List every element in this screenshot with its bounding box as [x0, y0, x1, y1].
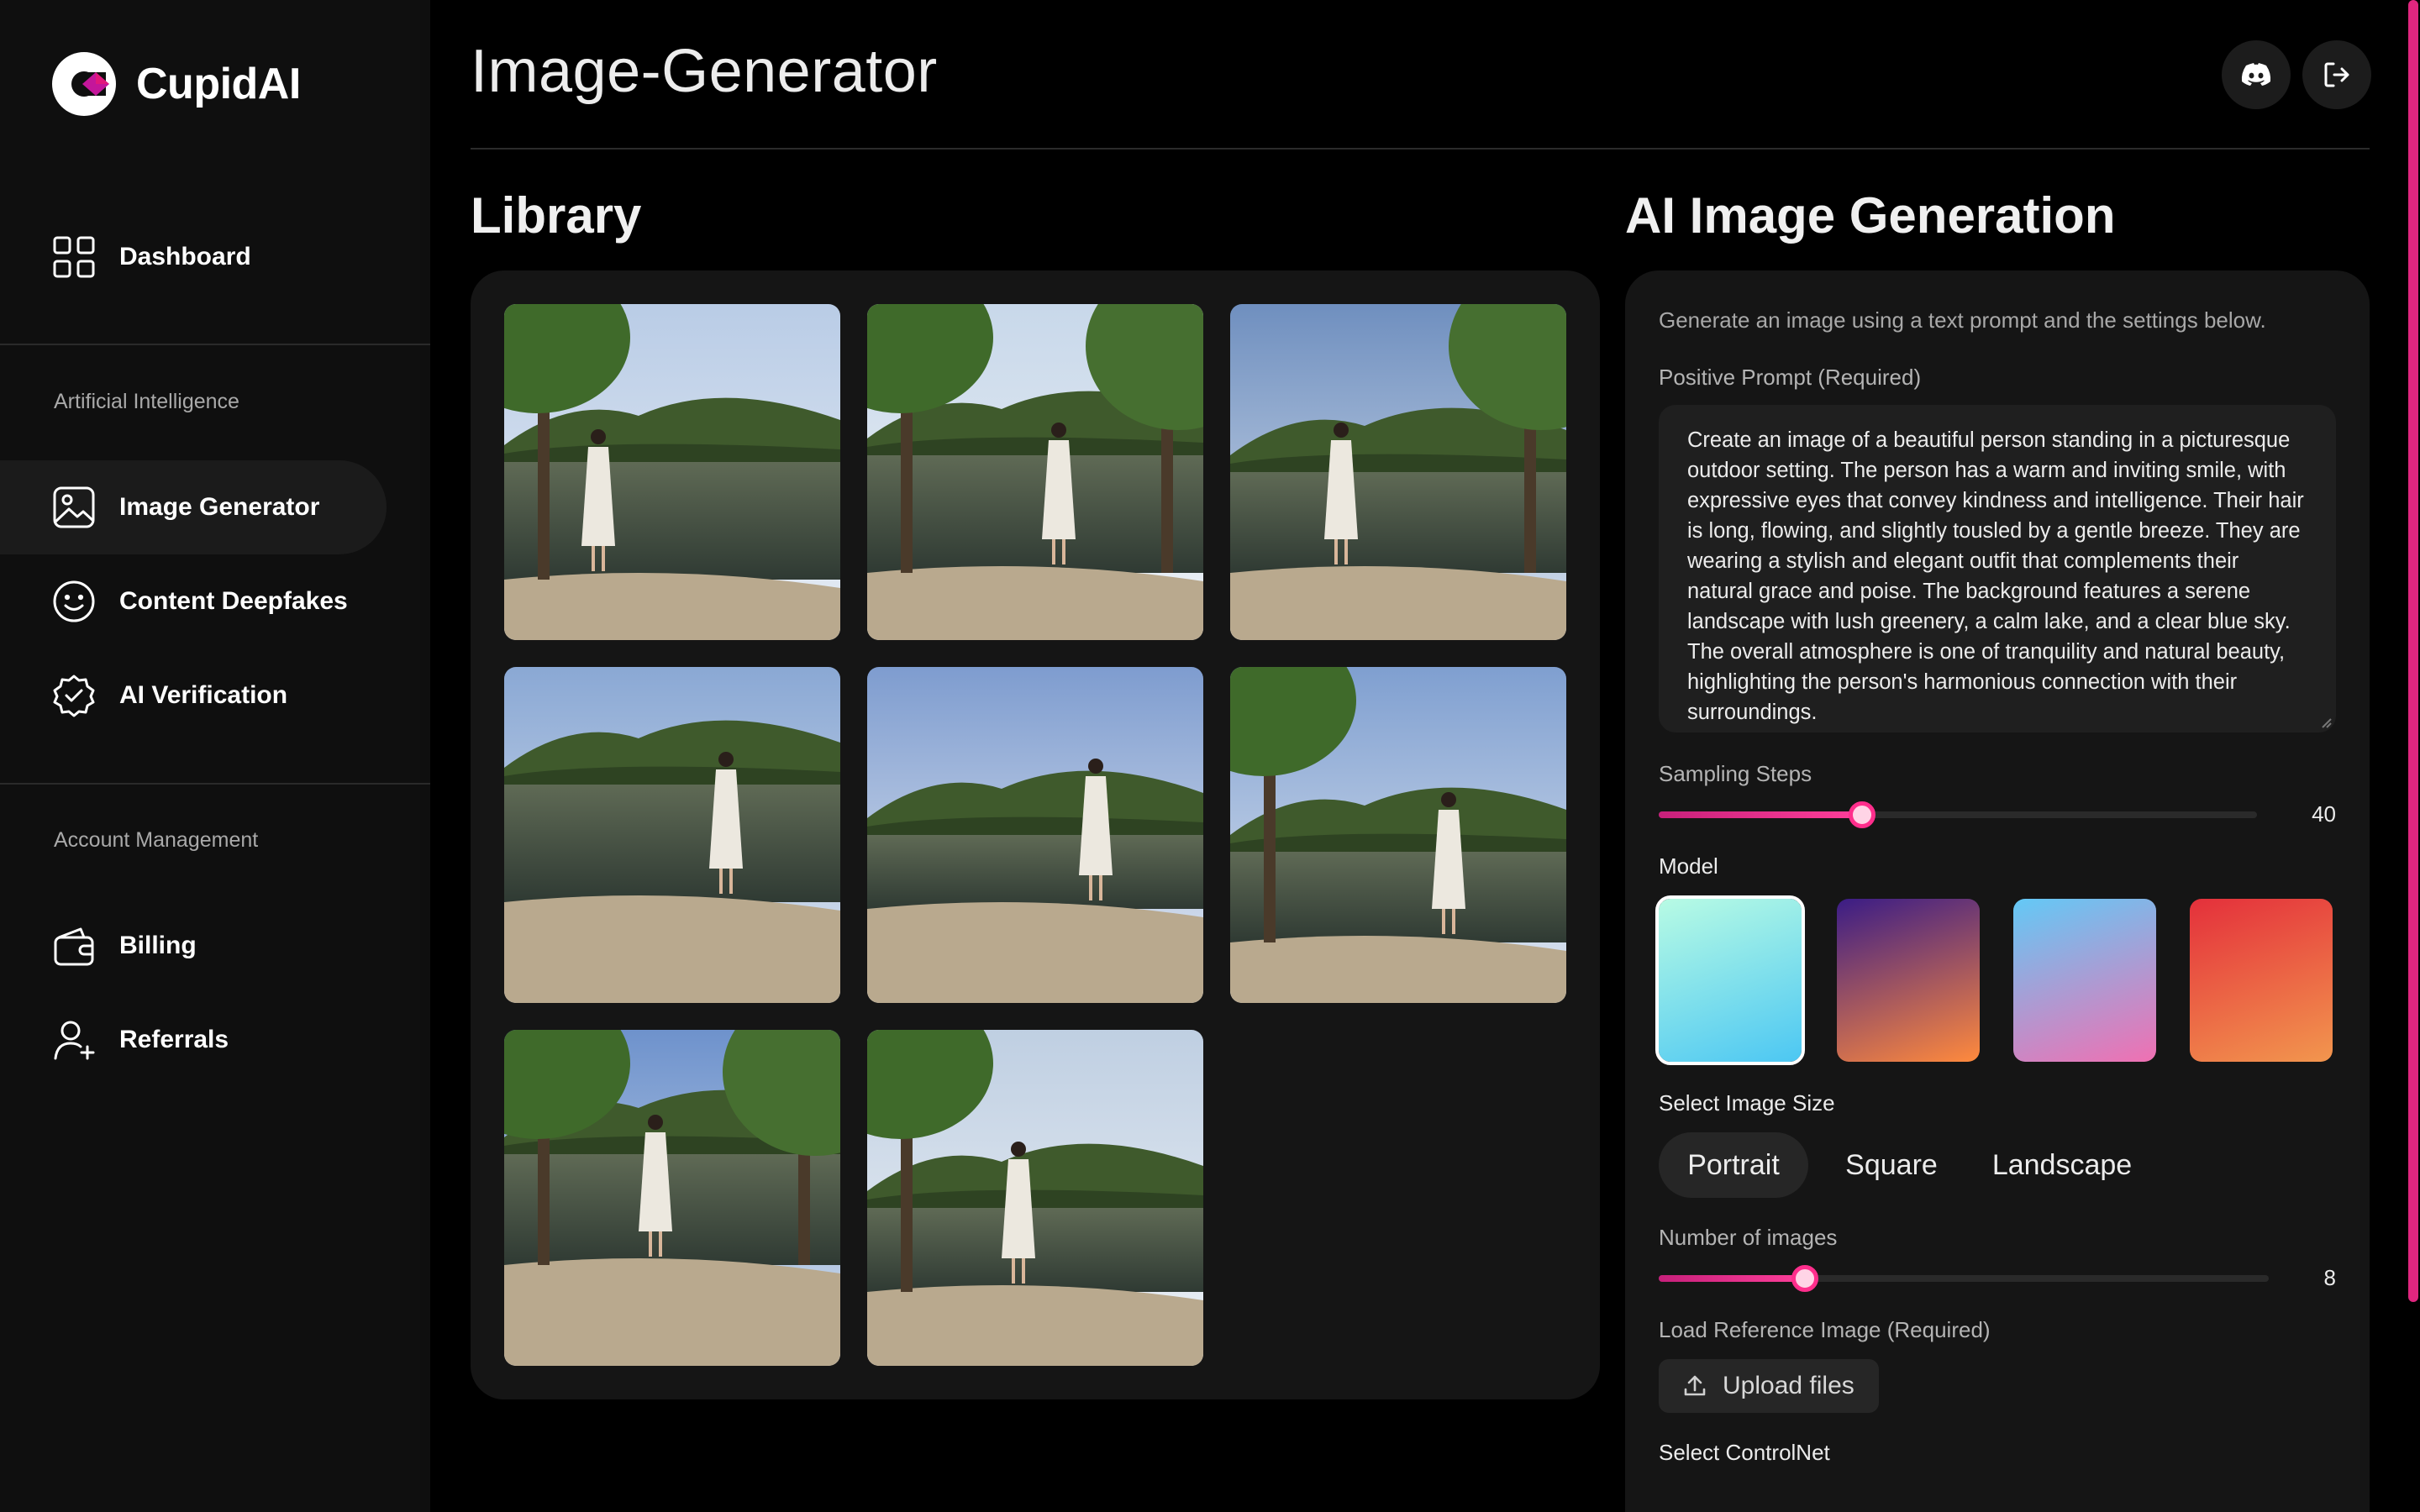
- sidebar-item-label: Content Deepfakes: [119, 587, 348, 615]
- library-image[interactable]: [1230, 667, 1566, 1003]
- model-card-red-orange[interactable]: [2190, 899, 2333, 1062]
- upload-files-label: Upload files: [1723, 1372, 1854, 1399]
- upload-files-button[interactable]: Upload files: [1659, 1359, 1879, 1413]
- sidebar-item-image-generator[interactable]: Image Generator: [0, 460, 387, 554]
- model-label: Model: [1659, 853, 1718, 879]
- slider-thumb[interactable]: [1849, 801, 1876, 828]
- sidebar: CupidAI Dashboard Artificial Intelligenc…: [0, 0, 430, 1512]
- sidebar-item-label: Dashboard: [119, 243, 251, 270]
- library-image[interactable]: [504, 304, 840, 640]
- image-icon: [53, 486, 95, 528]
- controlnet-label: Select ControlNet: [1659, 1440, 1830, 1465]
- prompt-text: Create an image of a beautiful person st…: [1687, 428, 2304, 724]
- library-image-photo: [867, 304, 1203, 640]
- section-label-ai: Artificial Intelligence: [54, 390, 239, 413]
- library-image[interactable]: [867, 667, 1203, 1003]
- size-option-square[interactable]: Square: [1820, 1132, 1963, 1198]
- slider-thumb[interactable]: [1791, 1265, 1819, 1292]
- library-panel: [471, 270, 1600, 1399]
- smiley-icon: [53, 580, 95, 622]
- upload-icon: [1684, 1375, 1706, 1396]
- sidebar-item-label: AI Verification: [119, 681, 288, 709]
- library-image-photo: [867, 1030, 1203, 1366]
- library-image-photo: [1230, 304, 1566, 640]
- size-option-landscape[interactable]: Landscape: [1970, 1132, 2154, 1198]
- brand-name: CupidAI: [136, 60, 301, 108]
- reference-image-label: Load Reference Image (Required): [1659, 1317, 1991, 1342]
- library-image[interactable]: [1230, 304, 1566, 640]
- wallet-icon: [54, 927, 94, 966]
- header-divider: [471, 148, 2370, 150]
- resize-grip-icon[interactable]: [2317, 714, 2333, 729]
- grid-icon: [53, 236, 95, 278]
- model-card-sky-pink[interactable]: [2013, 899, 2156, 1062]
- sidebar-item-ai-verification[interactable]: AI Verification: [0, 648, 387, 743]
- sidebar-item-dashboard[interactable]: Dashboard: [0, 210, 387, 304]
- library-image[interactable]: [867, 304, 1203, 640]
- section-label-account: Account Management: [54, 828, 259, 852]
- generation-intro: Generate an image using a text prompt an…: [1659, 307, 2266, 333]
- discord-icon: [2241, 63, 2271, 86]
- image-size-label: Select Image Size: [1659, 1090, 1835, 1116]
- sidebar-item-referrals[interactable]: Referrals: [0, 993, 387, 1087]
- slider-fill: [1659, 811, 1863, 818]
- size-option-portrait[interactable]: Portrait: [1659, 1132, 1808, 1198]
- sidebar-divider: [0, 344, 430, 345]
- generation-panel: Generate an image using a text prompt an…: [1625, 270, 2370, 1512]
- sidebar-item-label: Image Generator: [119, 493, 320, 521]
- model-card-aqua[interactable]: [1655, 895, 1805, 1065]
- sampling-steps-label: Sampling Steps: [1659, 761, 1812, 786]
- sampling-steps-slider[interactable]: [1659, 801, 2257, 828]
- sampling-steps-value: 40: [2312, 801, 2336, 827]
- sidebar-item-billing[interactable]: Billing: [0, 899, 387, 993]
- library-title: Library: [471, 187, 642, 244]
- sidebar-item-label: Referrals: [119, 1026, 229, 1053]
- prompt-label: Positive Prompt (Required): [1659, 365, 1922, 390]
- verified-badge-icon: [53, 675, 95, 717]
- num-images-label: Number of images: [1659, 1225, 1838, 1250]
- logout-icon: [2324, 62, 2349, 87]
- sidebar-divider: [0, 783, 430, 785]
- model-card-violet[interactable]: [1837, 899, 1980, 1062]
- slider-fill: [1659, 1275, 1806, 1282]
- library-image-photo: [1230, 667, 1566, 1003]
- generation-title: AI Image Generation: [1625, 187, 2116, 244]
- cupidai-logo-icon: [52, 52, 116, 116]
- brand[interactable]: CupidAI: [52, 50, 301, 118]
- user-plus-icon: [54, 1021, 95, 1060]
- library-image-photo: [504, 304, 840, 640]
- library-image-photo: [504, 1030, 840, 1366]
- library-image[interactable]: [867, 1030, 1203, 1366]
- num-images-value: 8: [2323, 1265, 2336, 1290]
- num-images-slider[interactable]: [1659, 1265, 2269, 1292]
- library-image-photo: [867, 667, 1203, 1003]
- page-scrollbar[interactable]: [2408, 0, 2418, 1302]
- page-title: Image-Generator: [471, 38, 938, 105]
- sidebar-item-label: Billing: [119, 932, 197, 959]
- sidebar-item-content-deepfakes[interactable]: Content Deepfakes: [0, 554, 387, 648]
- library-image-photo: [504, 667, 840, 1003]
- library-image[interactable]: [504, 1030, 840, 1366]
- discord-button[interactable]: [2222, 40, 2291, 109]
- app-root: CupidAI Dashboard Artificial Intelligenc…: [0, 0, 2420, 1512]
- logout-button[interactable]: [2302, 40, 2371, 109]
- prompt-textarea[interactable]: Create an image of a beautiful person st…: [1659, 405, 2336, 732]
- library-image[interactable]: [504, 667, 840, 1003]
